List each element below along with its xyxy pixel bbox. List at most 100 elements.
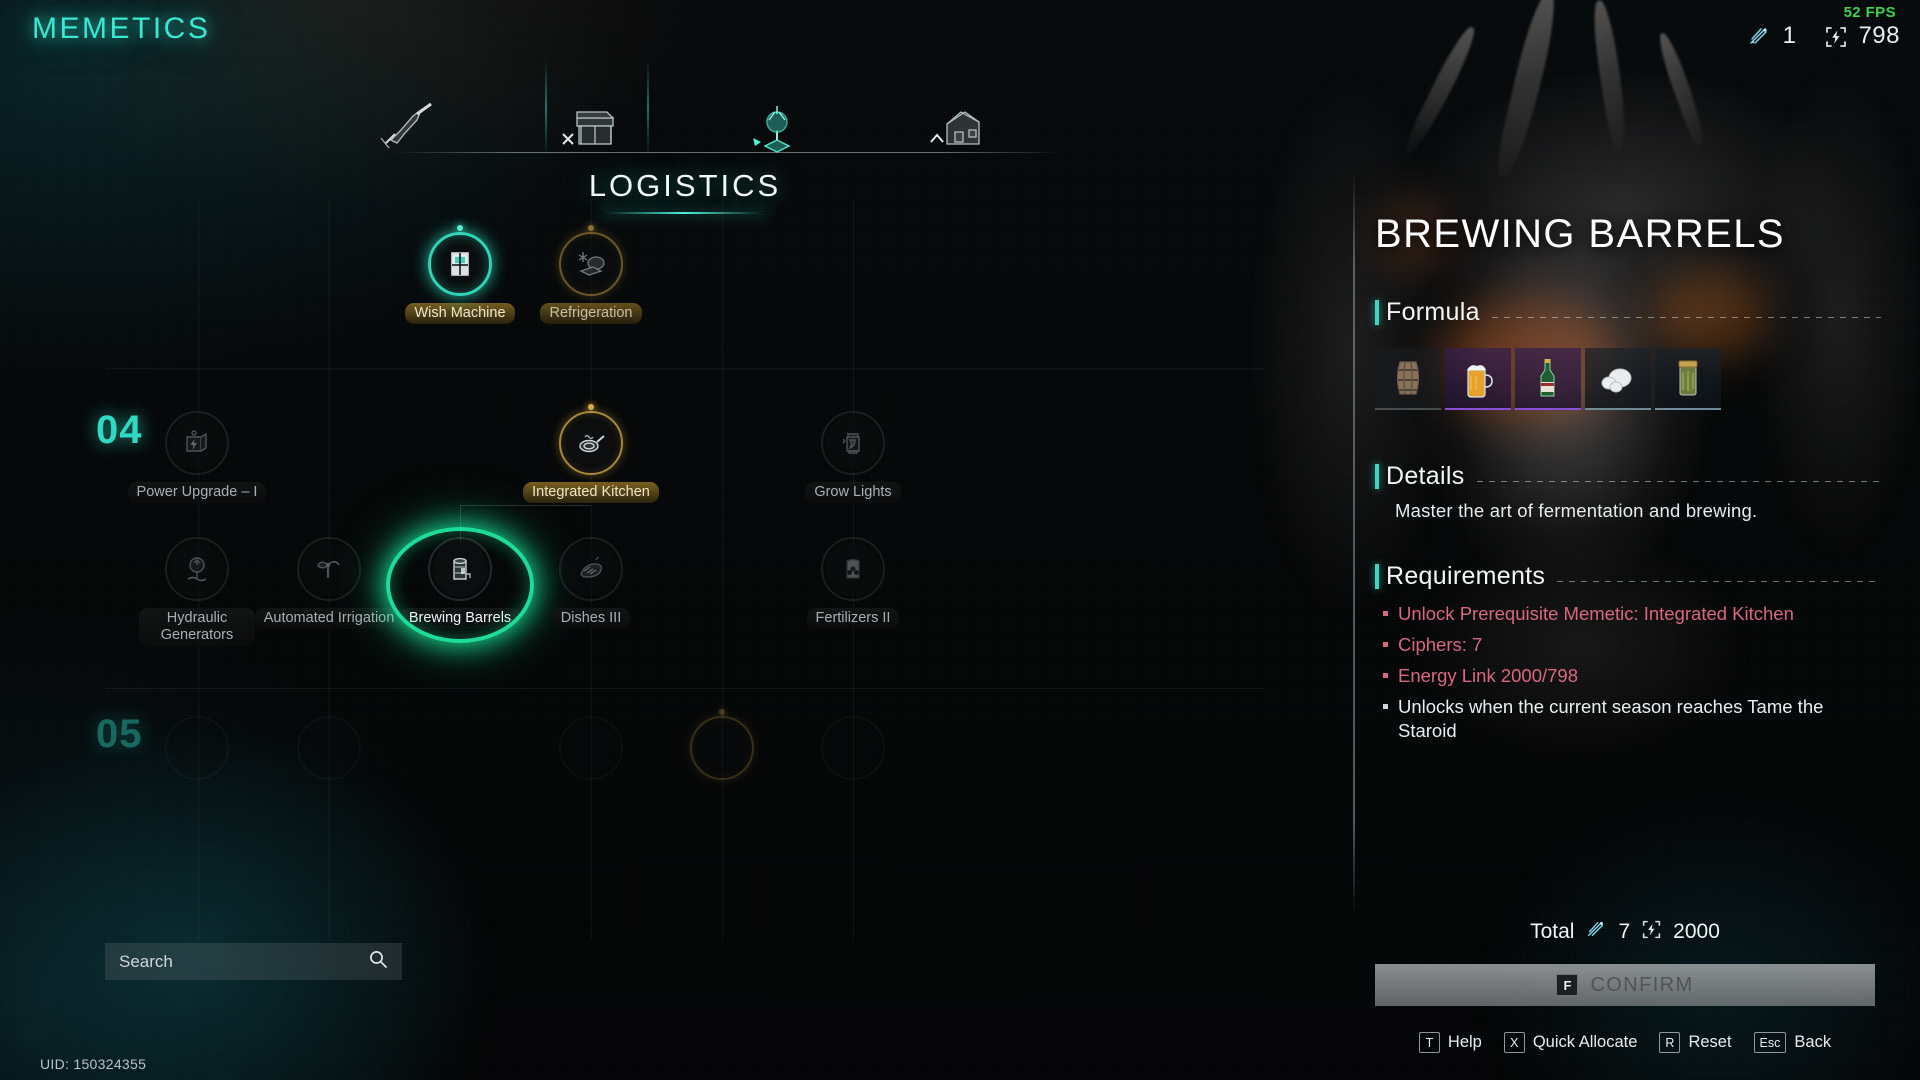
node-next-row-5[interactable]	[793, 716, 913, 780]
snowflake-bread-icon	[559, 225, 623, 296]
tab-tools[interactable]	[372, 96, 446, 158]
hotkey-label: Help	[1447, 1033, 1482, 1051]
node-integrated-kitchen[interactable]: Integrated Kitchen	[523, 404, 659, 503]
hotkey-bar: T Help X Quick Allocate R Reset Esc Back	[1355, 1032, 1895, 1053]
placeholder-icon	[165, 716, 229, 780]
node-wish-machine[interactable]: Wish Machine	[400, 225, 520, 324]
details-text: Master the art of fermentation and brewi…	[1395, 500, 1758, 521]
hotkey-quick-allocate[interactable]: X Quick Allocate	[1503, 1032, 1638, 1053]
total-cost: Total 7 2000	[1355, 918, 1895, 946]
hotkey-label: Reset	[1688, 1033, 1732, 1051]
node-grow-lights[interactable]: Grow Lights	[793, 411, 913, 503]
node-refrigeration[interactable]: Refrigeration	[531, 225, 651, 324]
formula-item-beer-mug[interactable]	[1445, 348, 1511, 410]
total-label: Total	[1530, 920, 1575, 943]
formula-heading-text: Formula	[1386, 298, 1480, 326]
hotkey-reset[interactable]: R Reset	[1659, 1032, 1732, 1053]
tabs-divider	[392, 152, 1064, 153]
details-heading-text: Details	[1386, 462, 1465, 490]
requirements-heading-text: Requirements	[1386, 562, 1546, 590]
requirement-item: Ciphers: 7	[1383, 633, 1883, 657]
tab-beam-1	[545, 60, 547, 156]
total-energy-value: 2000	[1673, 920, 1720, 943]
node-next-row-4[interactable]	[662, 709, 782, 780]
node-label: Integrated Kitchen	[523, 482, 659, 503]
tab-workbench[interactable]	[556, 96, 630, 158]
turbine-icon	[165, 537, 229, 601]
placeholder-icon	[821, 716, 885, 780]
frying-pan-icon	[559, 404, 623, 475]
requirement-text: Unlocks when the current season reaches …	[1398, 696, 1824, 741]
vending-machine-icon	[428, 225, 492, 296]
hotkey-key: T	[1418, 1032, 1440, 1053]
steak-icon	[559, 537, 623, 601]
node-next-row-2[interactable]	[269, 716, 389, 780]
formula-item-cheese[interactable]	[1585, 348, 1651, 410]
requirement-item: Unlock Prerequisite Memetic: Integrated …	[1383, 602, 1883, 626]
detail-panel: BREWING BARRELS Formula Details Master t…	[1355, 0, 1920, 1080]
search-placeholder: Search	[119, 951, 173, 971]
detail-title: BREWING BARRELS	[1375, 212, 1785, 256]
node-label: Dishes III	[551, 608, 631, 629]
node-label: Grow Lights	[805, 482, 901, 503]
formula-item-liquor-bottle[interactable]	[1515, 348, 1581, 410]
node-hydraulic-generators[interactable]: Hydraulic Generators	[137, 537, 257, 646]
page-title: MEMETICS	[32, 12, 211, 45]
uid-label: UID: 150324355	[40, 1056, 147, 1072]
confirm-button[interactable]: F CONFIRM	[1375, 964, 1875, 1006]
total-cipher-value: 7	[1618, 920, 1631, 943]
node-label: Refrigeration	[540, 303, 642, 324]
requirement-text: Ciphers: 7	[1398, 634, 1483, 655]
node-label: Fertilizers II	[806, 608, 900, 629]
hotkey-key: Esc	[1753, 1032, 1787, 1053]
requirement-item: Energy Link 2000/798	[1383, 664, 1883, 688]
tech-tree: 04 Electrical Kit Water Pumps Fertilizer…	[0, 200, 1360, 940]
formula-item-pickle-jar[interactable]	[1655, 348, 1721, 410]
battery-crate-icon	[165, 411, 229, 475]
formula-items	[1375, 348, 1721, 410]
confirm-label: CONFIRM	[1590, 973, 1694, 996]
confirm-key-hint: F	[1556, 974, 1579, 996]
hotkey-key: R	[1659, 1032, 1681, 1053]
lantern-icon	[821, 411, 885, 475]
tab-beam-2	[647, 60, 649, 156]
requirement-text: Energy Link 2000/798	[1398, 665, 1578, 686]
barrel-tank-icon	[428, 537, 492, 601]
fertilizer-bag-icon	[821, 537, 885, 601]
hotkey-label: Quick Allocate	[1532, 1033, 1638, 1051]
requirement-item: Unlocks when the current season reaches …	[1383, 695, 1883, 743]
requirement-text: Unlock Prerequisite Memetic: Integrated …	[1398, 603, 1794, 624]
energy-link-icon	[1641, 919, 1662, 946]
memetics-screen: MEMETICS 52 FPS 1 798 LOGISTICS 04 Wish …	[0, 0, 1920, 1080]
row-number-next: 05	[96, 712, 143, 756]
node-label: Power Upgrade – I	[127, 482, 267, 503]
hotkey-back[interactable]: Esc Back	[1753, 1032, 1832, 1053]
hotkey-label: Back	[1794, 1033, 1832, 1051]
node-next-row-1[interactable]	[137, 716, 257, 780]
node-label: Automated Irrigation	[254, 608, 404, 629]
hotkey-key: X	[1503, 1032, 1525, 1053]
node-label: Hydraulic Generators	[139, 608, 255, 646]
cipher-icon	[1585, 918, 1607, 946]
tab-logistics[interactable]	[740, 96, 814, 158]
node-label: Wish Machine	[405, 303, 515, 324]
requirements-heading: Requirements	[1375, 562, 1881, 591]
placeholder-icon	[690, 709, 754, 780]
category-tabs	[0, 86, 1370, 158]
search-input[interactable]: Search	[105, 943, 402, 980]
node-fertilizers-ii[interactable]: Fertilizers II	[793, 537, 913, 629]
sprinkler-icon	[297, 537, 361, 601]
node-power-upgrade-i[interactable]: Power Upgrade – I	[127, 411, 267, 503]
node-brewing-barrels[interactable]: Brewing Barrels	[386, 527, 534, 643]
section-title: LOGISTICS	[588, 168, 782, 203]
row-number: 04	[96, 408, 143, 452]
formula-heading: Formula	[1375, 298, 1881, 327]
tab-housing[interactable]	[924, 96, 998, 158]
placeholder-icon	[297, 716, 361, 780]
node-dishes-iii[interactable]: Dishes III	[531, 537, 651, 629]
search-icon[interactable]	[368, 949, 388, 974]
node-next-row-3[interactable]	[531, 716, 651, 780]
formula-item-wooden-barrel[interactable]	[1375, 348, 1441, 410]
node-automated-irrigation[interactable]: Automated Irrigation	[254, 537, 404, 629]
hotkey-help[interactable]: T Help	[1418, 1032, 1482, 1053]
